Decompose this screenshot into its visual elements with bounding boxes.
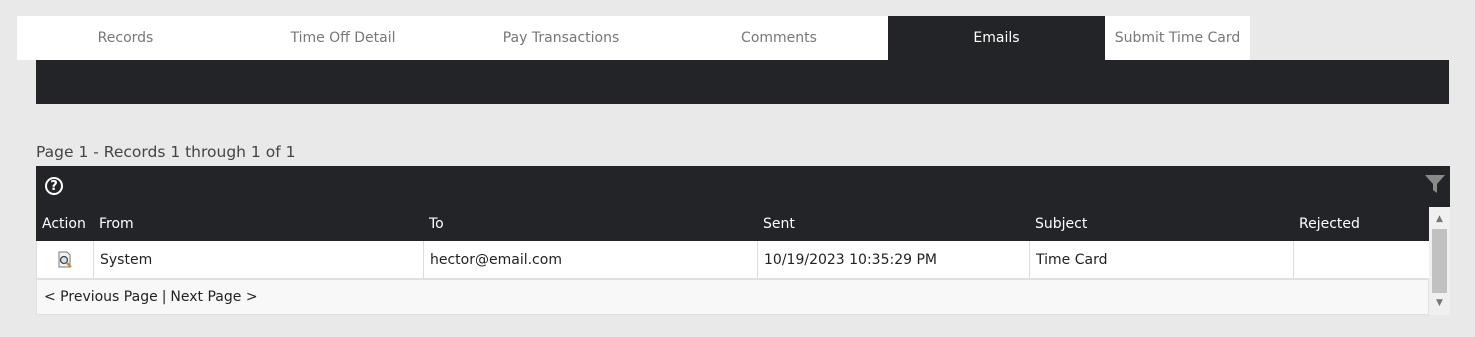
column-header-rejected[interactable]: Rejected (1293, 207, 1429, 241)
help-icon[interactable]: ? (45, 177, 63, 195)
table-row[interactable]: System hector@email.com 10/19/2023 10:35… (36, 241, 1429, 279)
tab-label: Submit Time Card (1114, 30, 1241, 46)
tab-label: Comments (741, 30, 817, 46)
column-header-sent[interactable]: Sent (757, 207, 1029, 241)
tab-records[interactable]: Records (17, 16, 234, 60)
action-cell (36, 241, 93, 278)
tab-label: Emails (973, 30, 1020, 46)
tab-emails[interactable]: Emails (888, 16, 1105, 60)
rejected-cell (1293, 241, 1429, 278)
tab-comments[interactable]: Comments (670, 16, 888, 60)
column-header-to[interactable]: To (423, 207, 757, 241)
tab-pay-transactions[interactable]: Pay Transactions (452, 16, 670, 60)
subject-cell: Time Card (1029, 241, 1293, 278)
grid-toolbar: ? (36, 166, 1450, 207)
from-cell: System (93, 241, 423, 278)
column-header-from[interactable]: From (93, 207, 423, 241)
sent-cell: 10/19/2023 10:35:29 PM (757, 241, 1029, 278)
tab-submit-time-card[interactable]: Submit Time Card (1105, 16, 1250, 60)
column-header-action[interactable]: Action (36, 207, 93, 241)
tab-time-off-detail[interactable]: Time Off Detail (234, 16, 452, 60)
tab-content-bar (36, 60, 1449, 104)
column-header-subject[interactable]: Subject (1029, 207, 1293, 241)
to-cell: hector@email.com (423, 241, 757, 278)
help-glyph: ? (50, 178, 58, 194)
scroll-down-arrow-icon[interactable]: ▼ (1429, 293, 1450, 313)
pager-row: < Previous Page | Next Page > (36, 279, 1429, 315)
pager-separator: | (161, 289, 167, 305)
pager-summary: Page 1 - Records 1 through 1 of 1 (36, 143, 296, 161)
scroll-thumb[interactable] (1432, 229, 1447, 293)
emails-grid: ? Action From To Sent Subject Rejected S… (36, 166, 1450, 315)
tab-label: Pay Transactions (502, 30, 620, 46)
table-header-row: Action From To Sent Subject Rejected (36, 207, 1429, 241)
view-document-magnifier-icon[interactable] (56, 251, 74, 269)
tab-label: Records (97, 30, 154, 46)
tab-label: Time Off Detail (290, 30, 396, 46)
tab-strip: Records Time Off Detail Pay Transactions… (17, 16, 1250, 60)
vertical-scrollbar[interactable]: ▲ ▼ (1429, 207, 1450, 315)
previous-page-link[interactable]: < Previous Page (44, 289, 158, 305)
scroll-up-arrow-icon[interactable]: ▲ (1429, 209, 1450, 229)
filter-icon[interactable] (1424, 173, 1446, 195)
next-page-link[interactable]: Next Page > (170, 289, 257, 305)
